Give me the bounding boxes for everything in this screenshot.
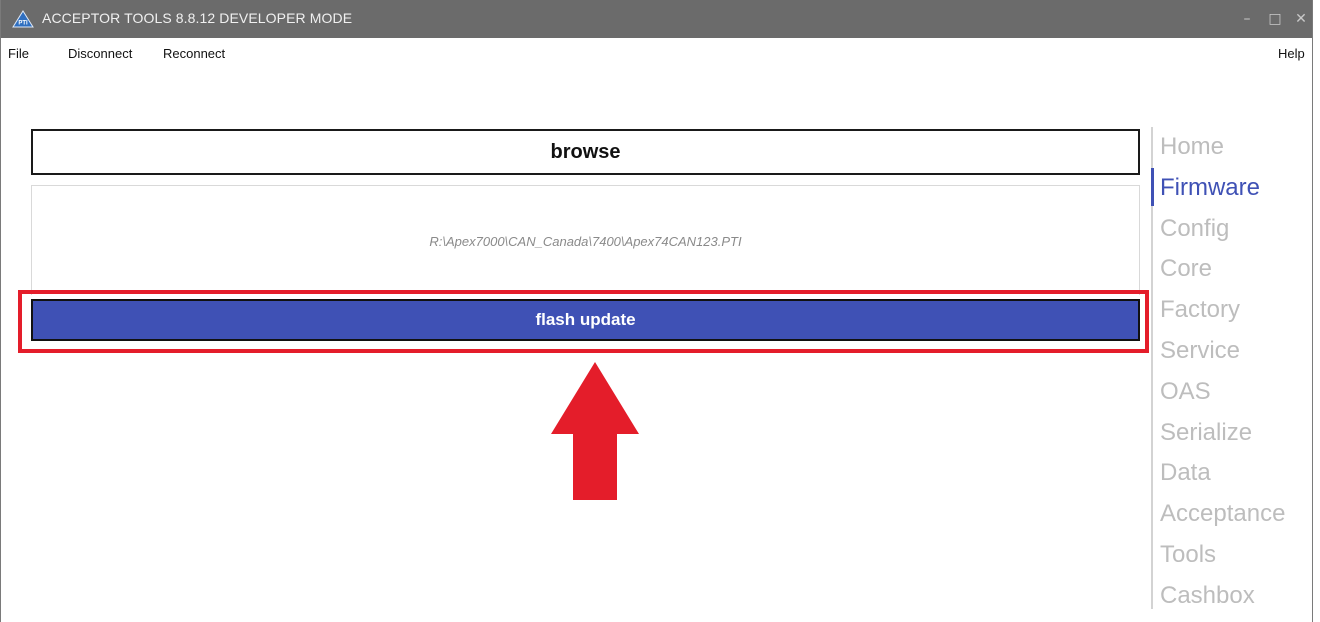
logo-text: PTI [18,21,28,27]
menu-bar: File Disconnect Reconnect Help [1,38,1312,68]
arrow-up-icon [551,362,639,500]
app-logo-icon: PTI [12,10,34,28]
nav-item-cashbox[interactable]: Cashbox [1160,576,1310,617]
menu-help[interactable]: Help [1278,46,1305,61]
maximize-icon[interactable]: □ [1263,7,1287,31]
nav-item-service[interactable]: Service [1160,331,1310,372]
menu-file[interactable]: File [8,46,29,61]
nav-item-serialize[interactable]: Serialize [1160,413,1310,454]
nav-item-tools[interactable]: Tools [1160,535,1310,576]
window-title: ACCEPTOR TOOLS 8.8.12 DEVELOPER MODE [42,10,353,26]
nav-item-home[interactable]: Home [1160,127,1310,168]
nav-item-data[interactable]: Data [1160,453,1310,494]
highlight-annotation [18,290,1149,353]
browse-button[interactable]: browse [31,129,1140,175]
nav-item-config[interactable]: Config [1160,209,1310,250]
menu-reconnect[interactable]: Reconnect [163,46,225,61]
nav-item-core[interactable]: Core [1160,249,1310,290]
nav-item-acceptance[interactable]: Acceptance [1160,494,1310,535]
close-icon[interactable]: ✕ [1289,7,1313,31]
nav-item-factory[interactable]: Factory [1160,290,1310,331]
menu-disconnect[interactable]: Disconnect [68,46,132,61]
app-window: PTI ACCEPTOR TOOLS 8.8.12 DEVELOPER MODE… [0,0,1313,622]
file-path-text: R:\Apex7000\CAN_Canada\7400\Apex74CAN123… [429,234,742,249]
file-path-panel: R:\Apex7000\CAN_Canada\7400\Apex74CAN123… [31,185,1140,295]
nav-item-oas[interactable]: OAS [1160,372,1310,413]
title-bar[interactable]: PTI ACCEPTOR TOOLS 8.8.12 DEVELOPER MODE… [1,0,1312,38]
nav-item-firmware[interactable]: Firmware [1160,168,1310,209]
side-nav: Home Firmware Config Core Factory Servic… [1160,127,1310,617]
minimize-icon[interactable]: – [1235,7,1259,31]
nav-active-indicator [1151,168,1154,206]
